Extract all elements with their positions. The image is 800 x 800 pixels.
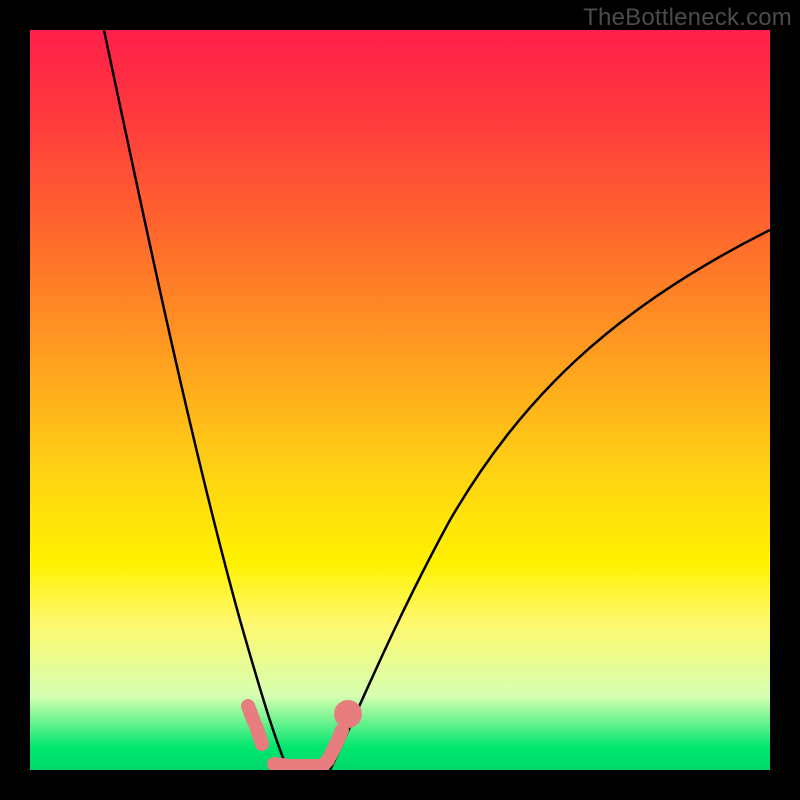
watermark-text: TheBottleneck.com [583,4,792,32]
chart-frame: TheBottleneck.com [0,0,800,800]
bottom-marker-group [248,706,355,766]
curve-layer [30,30,770,770]
right-curve [330,230,770,770]
plot-area [30,30,770,770]
left-curve [104,30,288,770]
